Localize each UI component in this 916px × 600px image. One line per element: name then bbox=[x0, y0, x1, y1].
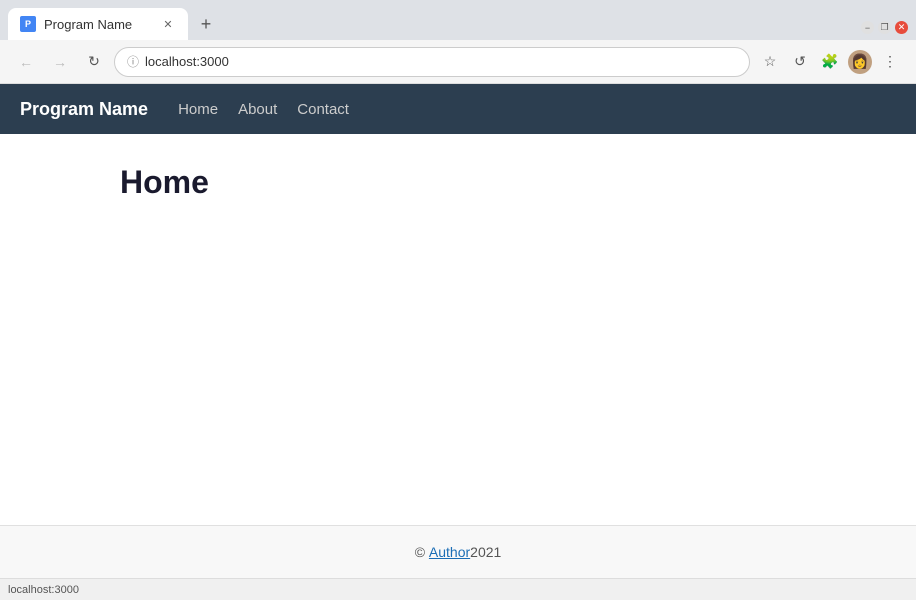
page-heading: Home bbox=[120, 164, 796, 201]
menu-button[interactable]: ⋮ bbox=[876, 48, 904, 76]
secure-icon: ⓘ bbox=[127, 53, 139, 70]
extensions-icon: 🧩 bbox=[821, 53, 838, 70]
close-button[interactable]: ✕ bbox=[895, 21, 908, 34]
new-tab-button[interactable]: + bbox=[192, 10, 220, 38]
page-area: Program Name Home About Contact Home © A… bbox=[0, 84, 916, 578]
browser-nav-bar: ← → ↻ ⓘ localhost:3000 ☆ ↺ 🧩 👩 bbox=[0, 40, 916, 84]
nav-link-home[interactable]: Home bbox=[178, 97, 218, 122]
forward-button[interactable]: → bbox=[46, 48, 74, 76]
footer-year: 2021 bbox=[470, 544, 501, 560]
account-avatar-button[interactable]: 👩 bbox=[846, 48, 874, 76]
app-navbar: Program Name Home About Contact bbox=[0, 84, 916, 134]
page-footer: © Author 2021 bbox=[0, 525, 916, 578]
browser-tab[interactable]: P Program Name ✕ bbox=[8, 8, 188, 40]
back-button[interactable]: ← bbox=[12, 48, 40, 76]
extensions-button[interactable]: 🧩 bbox=[816, 48, 844, 76]
reload-button[interactable]: ↻ bbox=[80, 48, 108, 76]
restore-button[interactable]: ❐ bbox=[878, 21, 891, 34]
status-bar: localhost:3000 bbox=[0, 578, 916, 600]
title-bar: P Program Name ✕ + − ❐ ✕ bbox=[0, 0, 916, 40]
forward-icon: → bbox=[53, 54, 67, 70]
window-controls: − ❐ ✕ bbox=[861, 21, 908, 34]
tab-favicon: P bbox=[20, 16, 36, 32]
nav-link-about[interactable]: About bbox=[238, 97, 277, 122]
status-text: localhost:3000 bbox=[8, 584, 79, 596]
browser-window: P Program Name ✕ + − ❐ ✕ ← → ↻ ⓘ localho… bbox=[0, 0, 916, 600]
reload-icon: ↻ bbox=[88, 53, 100, 70]
footer-copyright: © bbox=[415, 544, 425, 560]
bookmark-icon: ☆ bbox=[764, 53, 777, 70]
reload-live-button[interactable]: ↺ bbox=[786, 48, 814, 76]
tab-title: Program Name bbox=[44, 17, 152, 32]
minimize-button[interactable]: − bbox=[861, 21, 874, 34]
footer-author-link[interactable]: Author bbox=[429, 544, 470, 560]
menu-icon: ⋮ bbox=[883, 53, 897, 70]
address-text: localhost:3000 bbox=[145, 54, 737, 69]
address-bar[interactable]: ⓘ localhost:3000 bbox=[114, 47, 750, 77]
back-icon: ← bbox=[19, 54, 33, 70]
tab-close-button[interactable]: ✕ bbox=[160, 16, 176, 32]
nav-right-icons: ☆ ↺ 🧩 👩 ⋮ bbox=[756, 48, 904, 76]
app-brand: Program Name bbox=[20, 99, 148, 120]
bookmark-button[interactable]: ☆ bbox=[756, 48, 784, 76]
reload-live-icon: ↺ bbox=[794, 53, 806, 70]
avatar: 👩 bbox=[848, 50, 872, 74]
main-content: Home bbox=[0, 134, 916, 525]
nav-link-contact[interactable]: Contact bbox=[297, 97, 349, 122]
